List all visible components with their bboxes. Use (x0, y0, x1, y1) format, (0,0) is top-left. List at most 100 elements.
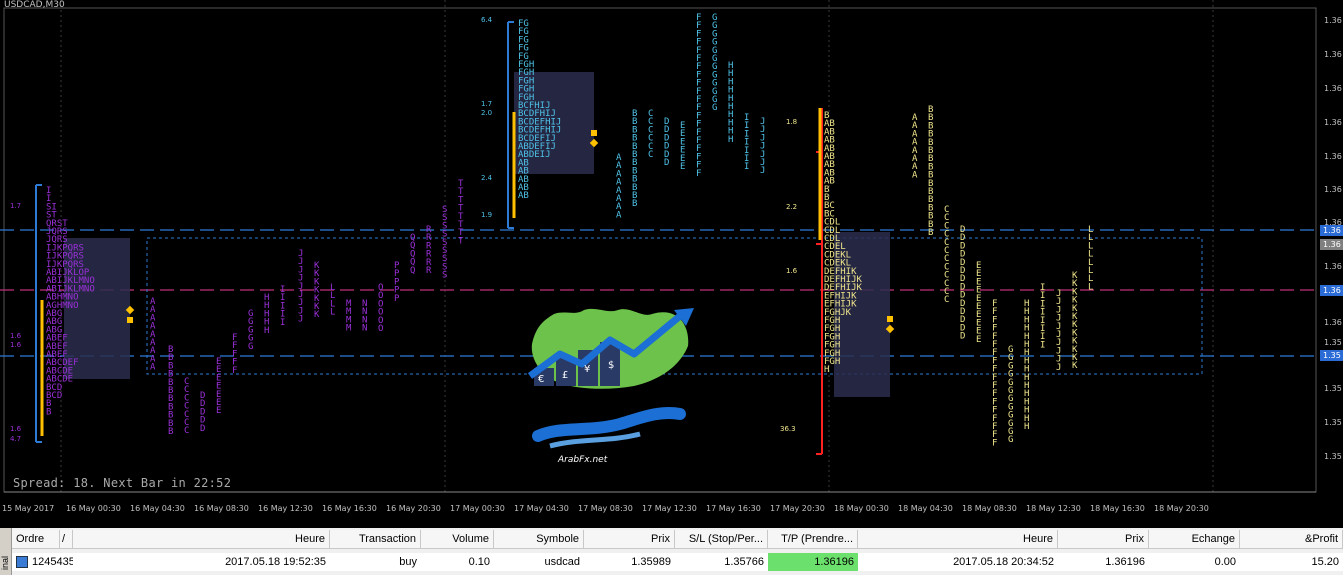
profile-number: 4.7 (10, 435, 21, 443)
col-profit[interactable]: &Profit (1240, 530, 1343, 549)
price-tick-label: 1.35 (1324, 338, 1342, 347)
tpo-letter: F (992, 438, 997, 448)
tpo-letter: G (1008, 435, 1013, 445)
terminal-sidebar[interactable]: inal (0, 528, 12, 575)
tpo-letter: T (458, 236, 464, 246)
price-tick-label: 1.35 (1324, 452, 1342, 461)
col-volume[interactable]: Volume (421, 530, 494, 549)
tpo-letter: R (426, 266, 432, 276)
order-row-prix-open[interactable]: 1.35989 (584, 553, 675, 571)
tpo-letter: B (632, 199, 637, 209)
order-row-profit[interactable]: 15.20 (1240, 553, 1343, 571)
profile-number: 1.7 (10, 202, 21, 210)
tpo-letter: I (280, 318, 285, 328)
profile-number: 1.8 (786, 118, 797, 126)
time-tick-label: 17 May 04:30 (514, 504, 569, 513)
order-row-symbole[interactable]: usdcad (494, 553, 584, 571)
order-row-heure-close[interactable]: 2017.05.18 20:34:52 (858, 553, 1058, 571)
order-row-prix-close[interactable]: 1.36196 (1058, 553, 1149, 571)
col-prix-close[interactable]: Prix (1058, 530, 1149, 549)
order-row-volume[interactable]: 0.10 (421, 553, 494, 571)
tpo-letter: A (616, 210, 622, 220)
col-sort[interactable]: / (60, 530, 73, 549)
tpo-letter: C (184, 426, 189, 436)
price-marker-box: 1.35 (1320, 350, 1343, 361)
time-tick-label: 17 May 16:30 (706, 504, 761, 513)
tpo-letter: I (1040, 340, 1045, 350)
tpo-letter: B (928, 228, 933, 238)
tpo-letter: A (150, 363, 156, 373)
col-symbole[interactable]: Symbole (494, 530, 584, 549)
chart-symbol-title: USDCAD,M30 (4, 0, 65, 10)
price-axis[interactable] (1317, 0, 1343, 518)
tpo-letter: J (760, 166, 765, 176)
price-tick-label: 1.36 (1324, 84, 1342, 93)
time-tick-label: 17 May 00:30 (450, 504, 505, 513)
profile-number: 6.4 (481, 16, 493, 24)
tpo-letter: F (696, 169, 701, 179)
chart-area[interactable]: I I SI ST QRST JQRS JQRS IJKPQRS IJKPQRS IJKPQRS A… (0, 0, 1343, 518)
col-ordre[interactable]: Ordre (12, 530, 60, 549)
spread-readout: Spread: 18. Next Bar in 22:52 (13, 476, 232, 490)
tpo-letter: E (976, 335, 981, 345)
price-tick-label: 1.36 (1324, 152, 1342, 161)
profile-number: 2.4 (481, 174, 493, 182)
time-tick-label: 18 May 04:30 (898, 504, 953, 513)
profile-number: 2.0 (481, 109, 492, 117)
col-sl[interactable]: S/L (Stop/Per... (675, 530, 768, 549)
time-tick-label: 18 May 16:30 (1090, 504, 1145, 513)
time-tick-label: 17 May 08:30 (578, 504, 633, 513)
price-tick-label: 1.35 (1324, 384, 1342, 393)
time-tick-label: 17 May 12:30 (642, 504, 697, 513)
col-prix-open[interactable]: Prix (584, 530, 675, 549)
tpo-letter: H (824, 365, 829, 375)
col-tp[interactable]: T/P (Prendre... (768, 530, 858, 549)
price-marker-box: 1.36 (1320, 225, 1343, 236)
tpo-letter: B (168, 427, 173, 437)
price-tick-label: 1.36 (1324, 50, 1342, 59)
tpo-letter: L (1088, 282, 1093, 292)
tpo-letter: K (314, 310, 320, 320)
tpo-letter: F (232, 366, 237, 376)
tpo-letter: J (298, 315, 303, 325)
tpo-letter: L (330, 308, 335, 318)
tpo-letter: N (362, 324, 367, 334)
profile-number: 1.9 (481, 211, 492, 219)
tpo-letter: AB (518, 191, 529, 201)
order-row-tp[interactable]: 1.36196 (768, 553, 858, 571)
time-tick-label: 16 May 04:30 (130, 504, 185, 513)
svg-text:€: € (538, 374, 544, 385)
tpo-letter: B (46, 407, 51, 417)
svg-text:$: $ (608, 360, 614, 371)
profile-number: 1.6 (10, 341, 22, 349)
terminal-sidebar-label: inal (0, 555, 11, 571)
time-tick-label: 18 May 08:30 (962, 504, 1017, 513)
time-tick-label: 16 May 20:30 (386, 504, 441, 513)
price-marker-box: 1.36 (1320, 285, 1343, 296)
logo-text: ArabFx.net (557, 455, 608, 465)
order-row-transaction[interactable]: buy (330, 553, 421, 571)
col-transaction[interactable]: Transaction (330, 530, 421, 549)
tpo-letter: K (1072, 361, 1078, 371)
price-tick-label: 1.36 (1324, 318, 1342, 327)
price-tick-label: 1.35 (1324, 418, 1342, 427)
order-row-ordre[interactable]: 124543505 (12, 553, 73, 571)
profile-number: 1.7 (481, 100, 492, 108)
price-tick-label: 1.36 (1324, 185, 1342, 194)
col-heure-open[interactable]: Heure (73, 530, 330, 549)
time-tick-label: 16 May 08:30 (194, 504, 249, 513)
order-row-echange[interactable]: 0.00 (1149, 553, 1240, 571)
order-row-sl[interactable]: 1.35766 (675, 553, 768, 571)
tpo-letter: D (960, 332, 965, 342)
tpo-letter: E (216, 406, 221, 416)
profile-number: 2.2 (786, 203, 797, 211)
time-tick-label: 18 May 20:30 (1154, 504, 1209, 513)
arabfx-logo: € £ ¥ $ ArabFx.net (527, 308, 694, 465)
col-heure-close[interactable]: Heure (858, 530, 1058, 549)
price-tick-label: 1.36 (1324, 262, 1342, 271)
tpo-letter: M (346, 324, 352, 334)
tpo-letter: G (712, 103, 717, 113)
col-echange[interactable]: Echange (1149, 530, 1240, 549)
order-row-heure-open[interactable]: 2017.05.18 19:52:35 (73, 553, 330, 571)
tpo-letter: I (744, 162, 749, 172)
